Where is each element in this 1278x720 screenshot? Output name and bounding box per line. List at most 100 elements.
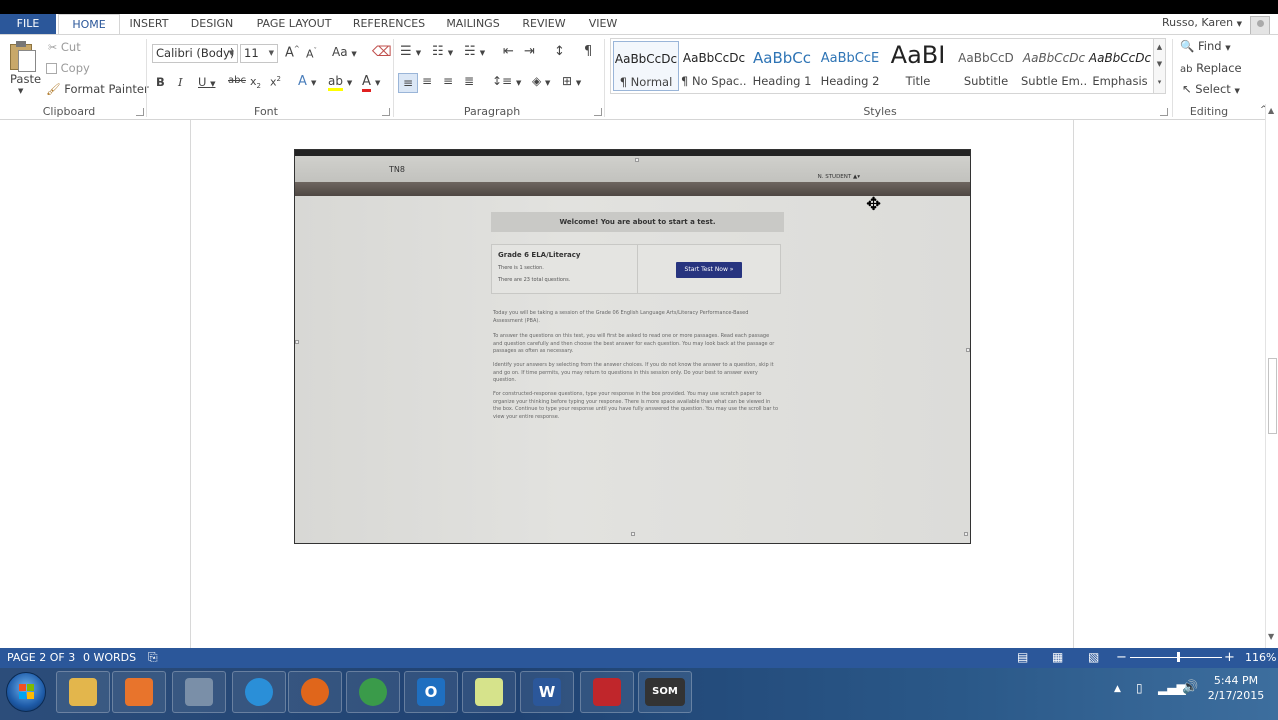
web-layout-icon[interactable]: ▧ xyxy=(1088,648,1099,668)
zoom-out-icon[interactable]: − xyxy=(1116,648,1127,668)
tab-file[interactable]: FILE xyxy=(0,14,56,34)
taskbar-app-button[interactable]: W xyxy=(520,671,574,713)
chevron-down-icon[interactable]: ▼ xyxy=(1154,56,1165,73)
style-subtitle[interactable]: AaBbCcD Subtitle xyxy=(953,41,1019,91)
show-formatting-icon[interactable]: ¶ xyxy=(584,44,592,59)
taskbar-app-button[interactable]: SOM xyxy=(638,671,692,713)
proofing-icon[interactable]: ⎘ xyxy=(148,648,158,668)
print-layout-icon[interactable]: ▦ xyxy=(1052,648,1063,668)
paragraph-launcher-icon[interactable] xyxy=(594,108,602,116)
borders-icon[interactable]: ⊞ ▼ xyxy=(562,74,581,88)
taskbar-app-button[interactable] xyxy=(232,671,286,713)
italic-icon[interactable]: I xyxy=(178,75,183,89)
taskbar-app-button[interactable] xyxy=(288,671,342,713)
font-size-select[interactable]: 11 ▼ xyxy=(240,44,278,63)
scroll-down-icon[interactable]: ▼ xyxy=(1268,632,1274,641)
clock[interactable]: 5:44 PM 2/17/2015 xyxy=(1200,673,1272,703)
tab-insert[interactable]: INSERT xyxy=(120,14,178,34)
font-color-icon[interactable]: A ▼ xyxy=(362,74,380,92)
shrink-font-icon[interactable]: Aˇ xyxy=(306,47,317,61)
align-left-icon[interactable]: ≡ xyxy=(398,73,418,93)
copy-button[interactable]: Copy xyxy=(46,61,90,75)
taskbar-app-button[interactable] xyxy=(112,671,166,713)
page-count[interactable]: PAGE 2 OF 3 xyxy=(7,648,75,668)
style-title[interactable]: AaBI Title xyxy=(885,41,951,91)
style-normal[interactable]: AaBbCcDc ¶ Normal xyxy=(613,41,679,91)
align-right-icon[interactable]: ≡ xyxy=(443,74,453,88)
battery-icon[interactable]: ▯ xyxy=(1136,681,1143,695)
tab-review[interactable]: REVIEW xyxy=(514,14,574,34)
resize-handle[interactable] xyxy=(964,532,968,536)
paste-button[interactable]: Paste xyxy=(10,72,41,86)
zoom-in-icon[interactable]: + xyxy=(1224,648,1235,668)
chevron-up-icon[interactable]: ▲ xyxy=(1154,39,1165,56)
line-spacing-icon[interactable]: ↕≡ ▼ xyxy=(492,74,521,88)
taskbar-app-button[interactable] xyxy=(580,671,634,713)
font-name-select[interactable]: Calibri (Body) ▼ xyxy=(152,44,238,63)
zoom-slider-thumb[interactable] xyxy=(1176,652,1180,662)
style-heading-1[interactable]: AaBbCc Heading 1 xyxy=(749,41,815,91)
scroll-thumb[interactable] xyxy=(1268,358,1277,434)
paste-icon[interactable] xyxy=(10,40,38,72)
bullets-icon[interactable]: ☰ ▼ xyxy=(400,44,421,59)
replace-button[interactable]: ab Replace xyxy=(1180,61,1242,75)
word-count[interactable]: 0 WORDS xyxy=(83,648,136,668)
cut-button[interactable]: ✂ Cut xyxy=(48,40,81,54)
resize-handle[interactable] xyxy=(631,532,635,536)
style-subtle-emphasis[interactable]: AaBbCcDc Subtle Em... xyxy=(1021,41,1087,91)
highlight-icon[interactable]: ab ▼ xyxy=(328,74,352,91)
avatar[interactable] xyxy=(1250,16,1270,36)
taskbar-app-button[interactable] xyxy=(56,671,110,713)
find-button[interactable]: 🔍 Find ▼ xyxy=(1180,39,1231,53)
numbering-icon[interactable]: ☷ ▼ xyxy=(432,44,453,59)
more-styles-icon[interactable]: ▾ xyxy=(1154,73,1165,91)
style-emphasis[interactable]: AaBbCcDc Emphasis xyxy=(1087,41,1153,91)
tab-references[interactable]: REFERENCES xyxy=(346,14,432,34)
taskbar-app-button[interactable]: O xyxy=(404,671,458,713)
clear-formatting-icon[interactable]: ⌫ xyxy=(372,44,392,60)
tab-mailings[interactable]: MAILINGS xyxy=(438,14,508,34)
scroll-up-icon[interactable]: ▲ xyxy=(1268,106,1274,115)
taskbar-app-button[interactable] xyxy=(172,671,226,713)
select-button[interactable]: ↖ Select ▼ xyxy=(1182,82,1240,96)
taskbar-app-button[interactable] xyxy=(462,671,516,713)
taskbar-app-button[interactable] xyxy=(346,671,400,713)
subscript-icon[interactable]: x2 xyxy=(250,75,261,90)
format-painter-button[interactable]: 🖌 Format Painter xyxy=(46,82,149,96)
bold-icon[interactable]: B xyxy=(156,75,165,89)
decrease-indent-icon[interactable]: ⇤ xyxy=(503,44,514,59)
start-button[interactable] xyxy=(6,672,46,712)
show-hidden-icons[interactable]: ▲ xyxy=(1114,684,1121,694)
justify-icon[interactable]: ≣ xyxy=(464,74,474,88)
multilevel-list-icon[interactable]: ☵ ▼ xyxy=(464,44,485,59)
clipboard-launcher-icon[interactable] xyxy=(136,108,144,116)
tab-design[interactable]: DESIGN xyxy=(182,14,242,34)
font-launcher-icon[interactable] xyxy=(382,108,390,116)
tab-home[interactable]: HOME xyxy=(58,14,120,35)
vertical-scrollbar[interactable]: ▲ ▼ xyxy=(1265,104,1278,648)
read-mode-icon[interactable]: ▤ xyxy=(1017,648,1028,668)
tab-page-layout[interactable]: PAGE LAYOUT xyxy=(248,14,340,34)
volume-icon[interactable]: 🔊 xyxy=(1182,680,1198,695)
resize-handle[interactable] xyxy=(635,158,639,162)
zoom-level[interactable]: 116% xyxy=(1245,648,1276,668)
superscript-icon[interactable]: x2 xyxy=(270,75,281,89)
style-heading-2[interactable]: AaBbCcE Heading 2 xyxy=(817,41,883,91)
resize-handle[interactable] xyxy=(295,340,299,344)
grow-font-icon[interactable]: A^ xyxy=(285,45,300,60)
resize-handle[interactable] xyxy=(966,348,970,352)
tab-view[interactable]: VIEW xyxy=(580,14,626,34)
underline-icon[interactable]: U ▼ xyxy=(198,75,215,89)
sort-icon[interactable]: ↕ xyxy=(554,44,565,59)
shading-icon[interactable]: ◈ ▼ xyxy=(532,74,550,88)
increase-indent-icon[interactable]: ⇥ xyxy=(524,44,535,59)
styles-scroll[interactable]: ▲ ▼ ▾ xyxy=(1153,39,1165,93)
paste-dropdown-icon[interactable]: ▼ xyxy=(18,87,23,95)
strikethrough-icon[interactable]: abc xyxy=(228,75,246,86)
styles-launcher-icon[interactable] xyxy=(1160,108,1168,116)
style-no-spacing[interactable]: AaBbCcDc ¶ No Spac... xyxy=(681,41,747,91)
change-case-icon[interactable]: Aa ▼ xyxy=(332,45,357,59)
text-effects-icon[interactable]: A ▼ xyxy=(298,74,316,89)
align-center-icon[interactable]: ≡ xyxy=(422,74,432,88)
user-account[interactable]: Russo, Karen ▼ xyxy=(1162,14,1242,34)
